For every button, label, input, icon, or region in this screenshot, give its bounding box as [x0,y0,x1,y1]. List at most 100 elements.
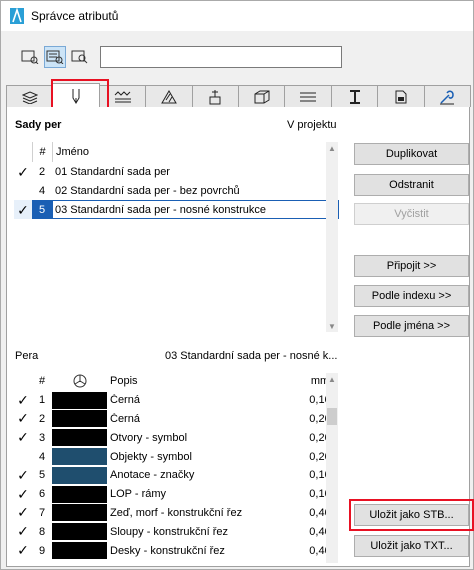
tab-composites[interactable] [284,85,332,107]
clear-button[interactable]: Vyčistit [354,203,469,225]
detail-view-button[interactable] [44,46,66,68]
pen-color-swatch[interactable] [52,485,107,503]
preview-view-button[interactable] [69,46,91,68]
checkmark-icon[interactable]: ✓ [14,487,32,502]
column-header-num[interactable]: # [32,142,52,162]
checkmark-icon[interactable]: ✓ [14,468,32,483]
pen-row[interactable]: ✓ 2 Černá 0,20 [14,410,339,429]
pens-title: Pera [15,350,39,362]
pen-row[interactable]: ✓ 1 Černá 0,10 [14,391,339,410]
pens-header: # Popis mm [14,372,339,391]
checkmark-icon[interactable]: ✓ [14,200,32,219]
pen-num: 4 [38,450,46,463]
pen-row[interactable]: ✓ 3 Otvory - symbol 0,20 [14,428,339,447]
search-input[interactable] [100,46,342,68]
tab-pens[interactable] [52,83,100,107]
pen-color-swatch[interactable] [52,448,107,466]
pen-row[interactable]: ✓ 6 LOP - rámy 0,10 [14,485,339,504]
color-wheel-icon [73,374,86,388]
pen-row[interactable]: ✓ 7 Zeď, morf - konstrukční řez 0,40 [14,504,339,523]
checkmark-icon[interactable]: ✓ [14,543,32,558]
pen-description: LOP - rámy [110,488,167,501]
pen-row[interactable]: ✓ 8 Sloupy - konstrukční řez 0,40 [14,522,339,541]
pen-num: 1 [38,394,46,407]
pen-color-swatch[interactable] [52,542,107,560]
tab-zones[interactable] [377,85,425,107]
by-index-button[interactable]: Podle indexu >> [354,285,469,307]
composite-icon [300,92,317,101]
building-material-icon [254,90,270,103]
column-header-desc[interactable]: Popis [110,375,301,387]
append-button[interactable]: Připojit >> [354,255,469,277]
color-column-header[interactable] [52,373,107,390]
pens-set-name: 03 Standardní sada per - nosné k... [165,350,338,362]
pens-table: # Popis mm ✓ 1 Černá 0,10 ✓ 2 Černá 0,20 ✓ 3 Otvor… [14,372,339,562]
pen-set-name: 02 Standardní sada per - bez povrchů [55,184,240,197]
column-header-num[interactable]: # [32,375,52,387]
pen-color-swatch[interactable] [52,504,107,522]
remove-button[interactable]: Odstranit [354,174,469,196]
pen-num: 5 [38,469,46,482]
pen-sets-scrollbar[interactable]: ▲ ▼ [326,142,338,332]
pen-row[interactable]: 4 Objekty - symbol 0,20 [14,447,339,466]
pen-num: 8 [38,525,46,538]
column-header-name[interactable]: Jméno [52,142,339,162]
pen-color-swatch[interactable] [52,391,107,409]
pen-set-row[interactable]: 4 02 Standardní sada per - bez povrchů [14,181,339,200]
list-view-icon [21,50,39,64]
pen-color-swatch[interactable] [52,429,107,447]
pen-description: Černá [110,394,140,407]
checkmark-icon[interactable] [14,181,32,200]
by-name-button[interactable]: Podle jména >> [354,315,469,337]
pen-row[interactable]: ✓ 9 Desky - konstrukční řez 0,40 [14,541,339,560]
tab-line-types[interactable] [98,85,147,107]
scroll-thumb[interactable] [327,408,337,425]
fill-icon [161,89,177,103]
scroll-up-arrow-icon[interactable]: ▲ [326,373,338,385]
pens-scrollbar[interactable]: ▲ [326,373,338,563]
profile-icon [349,89,360,104]
tab-fills[interactable] [145,85,193,107]
pen-color-swatch[interactable] [52,466,107,484]
pen-row[interactable]: ✓ 5 Anotace - značky 0,10 [14,466,339,485]
tab-mep[interactable] [423,85,472,107]
pen-set-num: 2 [38,165,46,178]
tab-layers[interactable] [6,85,54,107]
tab-building-materials[interactable] [238,85,286,107]
pen-set-name: 03 Standardní sada per - nosné konstrukc… [52,200,339,219]
pen-num: 3 [38,431,46,444]
pen-sets-header: # Jméno [14,142,339,162]
pen-sets-title: Sady per [15,119,62,131]
tab-surfaces[interactable] [191,85,240,107]
pen-set-row[interactable]: ✓ 2 01 Standardní sada per [14,162,339,181]
mep-icon [440,90,455,104]
title-bar: Správce atributů [1,1,473,31]
pen-description: Zeď, morf - konstrukční řez [110,506,243,519]
pen-description: Otvory - symbol [110,431,188,444]
save-stb-button[interactable]: Uložit jako STB... [354,504,469,526]
attribute-manager-window: Správce atributů Sady per V projektu # J… [0,0,474,570]
list-view-button[interactable] [19,46,41,68]
pen-description: Černá [110,412,140,425]
checkmark-icon[interactable]: ✓ [14,162,32,181]
preview-view-icon [71,50,88,64]
checkmark-icon[interactable]: ✓ [14,393,32,408]
pen-num: 7 [38,506,46,519]
layers-icon [21,90,38,104]
pen-set-row[interactable]: ✓ 5 03 Standardní sada per - nosné konstru… [14,200,339,219]
pen-num: 6 [38,488,46,501]
duplicate-button[interactable]: Duplikovat [354,143,469,165]
checkmark-icon[interactable]: ✓ [14,505,32,520]
pen-color-swatch[interactable] [52,523,107,541]
window-title: Správce atributů [31,9,119,23]
checkmark-icon[interactable]: ✓ [14,411,32,426]
pen-color-swatch[interactable] [52,410,107,428]
scroll-up-arrow-icon[interactable]: ▲ [326,142,338,154]
attribute-tabs [6,83,472,107]
save-txt-button[interactable]: Uložit jako TXT... [354,535,469,557]
scroll-down-arrow-icon[interactable]: ▼ [326,320,338,332]
checkmark-icon[interactable]: ✓ [14,430,32,445]
checkmark-icon[interactable]: ✓ [14,524,32,539]
tab-profiles[interactable] [330,85,379,107]
detail-view-icon [46,50,64,64]
